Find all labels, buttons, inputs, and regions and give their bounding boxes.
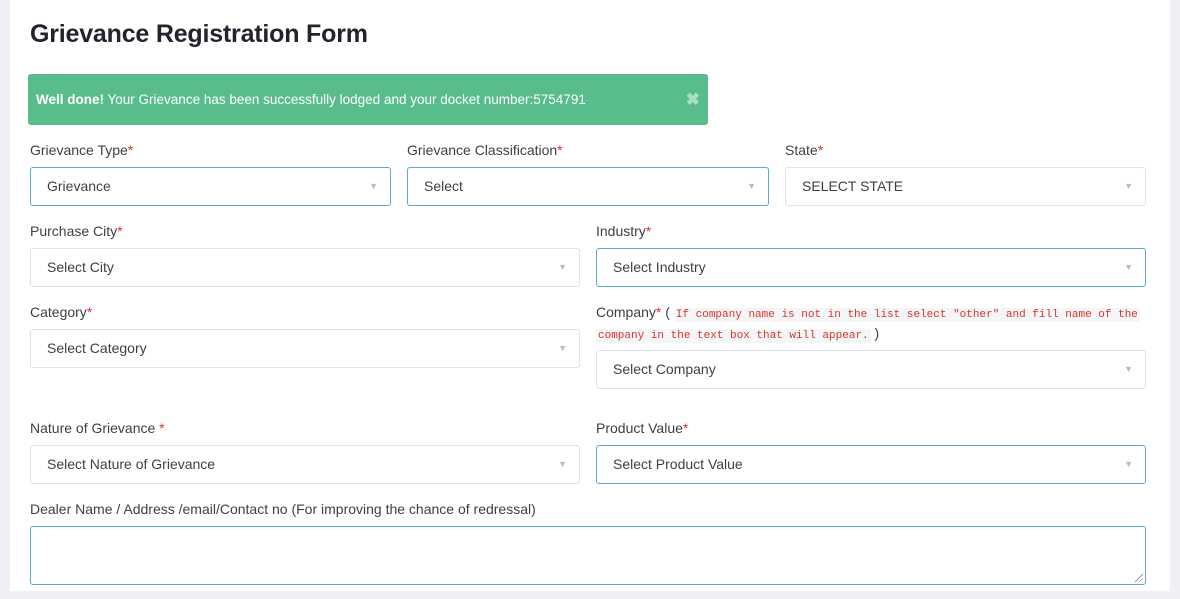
dealer-info-label: Dealer Name / Address /email/Contact no …	[30, 501, 536, 517]
success-alert: Well done! Your Grievance has been succe…	[28, 74, 708, 125]
dealer-info-textarea[interactable]	[30, 526, 1146, 585]
grievance-type-label: Grievance Type*	[30, 142, 134, 158]
product-value-label: Product Value*	[596, 420, 689, 436]
purchase-city-select[interactable]: Select City ▼	[30, 248, 580, 287]
company-select[interactable]: Select Company ▼	[596, 350, 1146, 389]
chevron-down-icon: ▼	[747, 181, 756, 191]
nature-of-grievance-label: Nature of Grievance *	[30, 420, 165, 436]
state-label: State*	[785, 142, 824, 158]
chevron-down-icon: ▼	[558, 459, 567, 469]
chevron-down-icon: ▼	[1124, 181, 1133, 191]
chevron-down-icon: ▼	[369, 181, 378, 191]
close-icon[interactable]: ✖	[686, 74, 700, 125]
company-label: Company* ( If company name is not in the…	[596, 304, 1140, 322]
grievance-classification-select[interactable]: Select ▼	[407, 167, 769, 206]
alert-message: Your Grievance has been successfully lod…	[104, 92, 586, 107]
nature-of-grievance-select[interactable]: Select Nature of Grievance ▼	[30, 445, 580, 484]
industry-label: Industry*	[596, 223, 652, 239]
grievance-type-select[interactable]: Grievance ▼	[30, 167, 391, 206]
state-select[interactable]: SELECT STATE ▼	[785, 167, 1146, 206]
category-label: Category*	[30, 304, 93, 320]
form-card: Grievance Registration Form Well done! Y…	[10, 0, 1170, 591]
chevron-down-icon: ▼	[1124, 459, 1133, 469]
company-hint-line2: company in the text box that will appear…	[596, 325, 880, 343]
chevron-down-icon: ▼	[558, 343, 567, 353]
industry-select[interactable]: Select Industry ▼	[596, 248, 1146, 287]
product-value-select[interactable]: Select Product Value ▼	[596, 445, 1146, 484]
grievance-classification-label: Grievance Classification*	[407, 142, 563, 158]
chevron-down-icon: ▼	[1124, 364, 1133, 374]
resize-handle-icon[interactable]	[1133, 572, 1143, 582]
chevron-down-icon: ▼	[558, 262, 567, 272]
alert-strong: Well done!	[36, 92, 105, 107]
company-hint: If company name is not in the list selec…	[673, 308, 1140, 322]
page-title: Grievance Registration Form	[30, 20, 368, 48]
category-select[interactable]: Select Category ▼	[30, 329, 580, 368]
purchase-city-label: Purchase City*	[30, 223, 123, 239]
chevron-down-icon: ▼	[1124, 262, 1133, 272]
